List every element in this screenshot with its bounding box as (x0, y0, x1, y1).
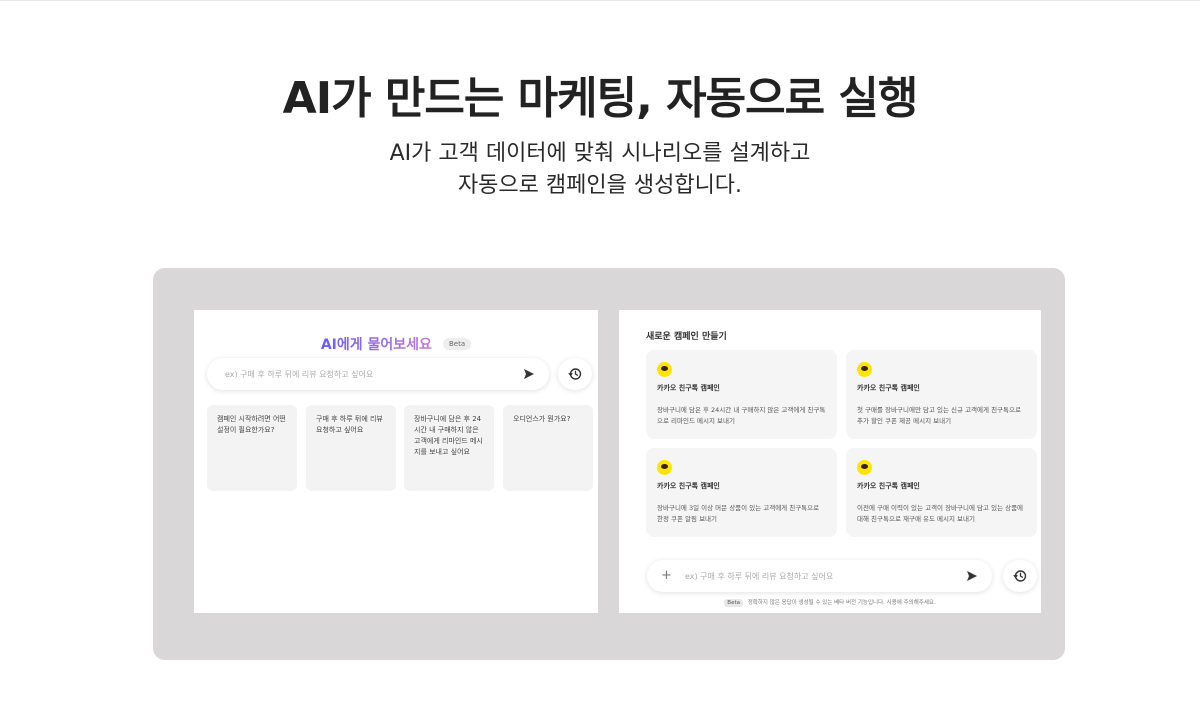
disclaimer-beta-badge: Beta (724, 599, 743, 607)
hero-subtitle-line-1: AI가 고객 데이터에 맞춰 시나리오를 설계하고 (389, 141, 811, 166)
campaign-card-4[interactable]: 카카오 친구톡 캠페인 이전에 구매 이력이 있는 고객이 장바구니에 담고 있… (846, 448, 1037, 537)
campaign-card-title: 카카오 친구톡 캠페인 (857, 384, 920, 392)
campaign-card-2[interactable]: 카카오 친구톡 캠페인 첫 구매를 장바구니에만 담고 있는 신규 고객에게 친… (846, 350, 1037, 439)
suggestion-card-1[interactable]: 캠페인 시작하려면 어떤 설정이 필요한가요? (207, 405, 297, 491)
campaign-card-title: 카카오 친구톡 캠페인 (657, 384, 720, 392)
history-button[interactable] (558, 358, 592, 390)
campaign-card-desc: 첫 구매를 장바구니에만 담고 있는 신규 고객에게 친구톡으로 추가 할인 쿠… (857, 406, 1021, 425)
suggestion-card-2[interactable]: 구매 후 하루 뒤에 리뷰 요청하고 싶어요 (306, 405, 396, 491)
history-icon (1013, 570, 1027, 582)
history-icon (568, 368, 582, 380)
campaign-card-title: 카카오 친구톡 캠페인 (857, 482, 920, 490)
ask-ai-title: AI에게 물어보세요 (320, 336, 432, 353)
new-campaign-panel: 새로운 캠페인 만들기 카카오 친구톡 캠페인 장바구니에 담은 후 24시간 … (619, 310, 1041, 613)
kakao-chat-icon (657, 460, 672, 475)
kakao-chat-icon (657, 362, 672, 377)
beta-disclaimer: Beta 정확하지 않은 응답이 생성될 수 있는 베타 버전 기능입니다. 사… (619, 598, 1041, 607)
ask-ai-panel: AI에게 물어보세요 Beta 캠페인 시작하려면 어떤 설정이 필요한가요? … (194, 310, 598, 613)
campaign-card-desc: 이전에 구매 이력이 있는 고객이 장바구니에 담고 있는 상품에 대해 친구톡… (857, 504, 1024, 523)
top-divider (0, 0, 1200, 1)
send-icon[interactable] (523, 368, 535, 380)
kakao-chat-icon (857, 362, 872, 377)
campaign-card-title: 카카오 친구톡 캠페인 (657, 482, 720, 490)
suggestion-card-3[interactable]: 장바구니에 담은 후 24시간 내 구매하지 않은 고객에게 리마인드 메시지를… (404, 405, 494, 491)
history-button[interactable] (1003, 560, 1037, 592)
ask-ai-input[interactable] (225, 367, 515, 381)
hero-title: AI가 만드는 마케팅, 자동으로 실행 (282, 73, 919, 124)
hero-subtitle: AI가 고객 데이터에 맞춰 시나리오를 설계하고 자동으로 캠페인을 생성합니… (0, 138, 1200, 202)
new-campaign-title: 새로운 캠페인 만들기 (646, 332, 727, 342)
beta-badge: Beta (443, 337, 472, 350)
campaign-prompt-input[interactable] (685, 569, 945, 583)
suggestion-card-4[interactable]: 오디언스가 뭔가요? (503, 405, 593, 491)
ask-ai-search-bar (207, 358, 549, 390)
ask-ai-header: AI에게 물어보세요 Beta (194, 333, 598, 354)
campaign-card-1[interactable]: 카카오 친구톡 캠페인 장바구니에 담은 후 24시간 내 구매하지 않은 고객… (646, 350, 837, 439)
campaign-prompt-bar: + (647, 560, 992, 592)
campaign-card-3[interactable]: 카카오 친구톡 캠페인 장바구니에 3일 이상 머문 상품이 있는 고객에게 친… (646, 448, 837, 537)
campaign-card-desc: 장바구니에 담은 후 24시간 내 구매하지 않은 고객에게 친구톡으로 리마인… (657, 406, 826, 425)
send-icon[interactable] (966, 570, 978, 582)
campaign-card-desc: 장바구니에 3일 이상 머문 상품이 있는 고객에게 친구톡으로 한정 쿠폰 알… (657, 504, 820, 523)
kakao-chat-icon (857, 460, 872, 475)
hero-subtitle-line-2: 자동으로 캠페인을 생성합니다. (457, 173, 743, 198)
plus-icon[interactable]: + (661, 569, 672, 582)
disclaimer-text: 정확하지 않은 응답이 생성될 수 있는 베타 버전 기능입니다. 사용에 주의… (747, 600, 936, 606)
